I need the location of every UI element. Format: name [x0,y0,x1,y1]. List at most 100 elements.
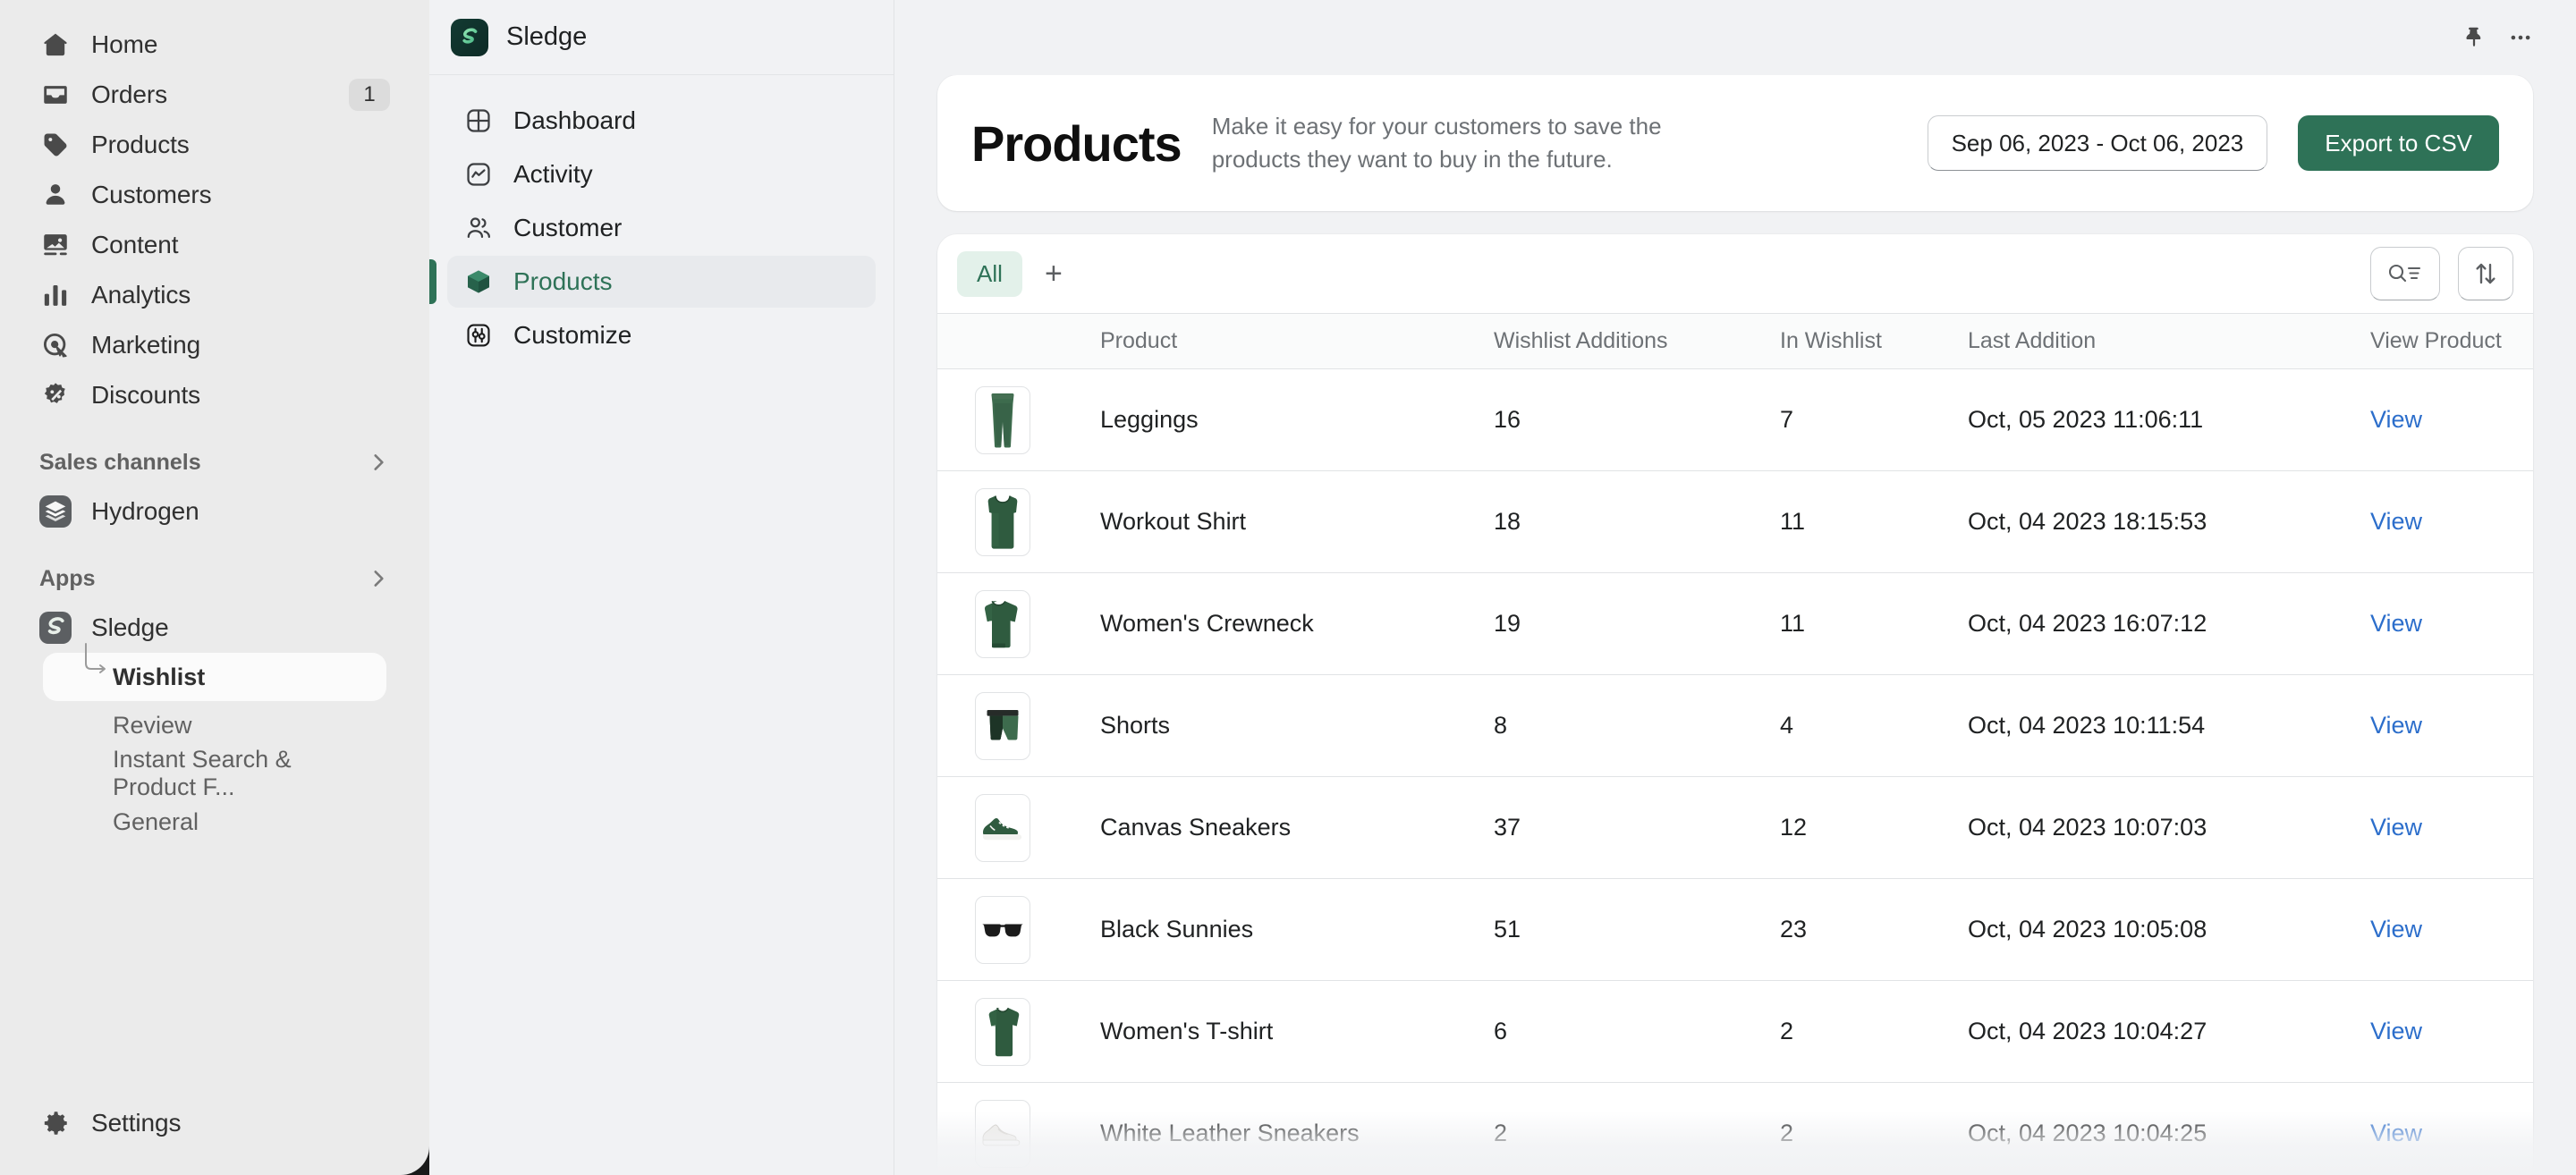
activity-icon [463,159,494,190]
sidebar-item-marketing[interactable]: Marketing [21,320,408,370]
page-header-card: Products Make it easy for your customers… [937,75,2533,211]
sidebar-subitem-review[interactable]: Review [43,701,386,749]
table-header-row: Product Wishlist Additions In Wishlist L… [937,313,2533,369]
sidebar-item-analytics[interactable]: Analytics [21,270,408,320]
app-window: Home Orders 1 Products Customers Content Analy… [0,0,2576,1175]
sidebar-item-customers[interactable]: Customers [21,170,408,220]
sidebar-item-discounts[interactable]: Discounts [21,370,408,420]
page-scroll-area[interactable]: Products Make it easy for your customers… [894,75,2576,1175]
app-nav-item-label: Dashboard [513,106,636,134]
target-icon [39,329,72,361]
cell-view-product: View [2370,1082,2533,1175]
table-row[interactable]: Canvas Sneakers 37 12 Oct, 04 2023 10:07:03… [937,776,2533,879]
sidebar-subitem-label: General [113,807,199,835]
canvas-sneaker-thumb [975,793,1030,862]
view-product-link[interactable]: View [2370,610,2422,637]
sidebar-subitem-wishlist[interactable]: Wishlist [43,643,386,701]
add-view-button[interactable]: + [1030,249,1078,298]
sidebar-subitem-general[interactable]: General [43,798,386,846]
sidebar-item-home[interactable]: Home [21,20,408,70]
dashboard-icon [463,106,494,136]
view-product-link[interactable]: View [2370,712,2422,739]
sidebar-item-label: Settings [91,1109,182,1137]
cell-last-addition: Oct, 04 2023 10:11:54 [1968,674,2370,777]
view-product-link[interactable]: View [2370,1120,2422,1146]
date-range-picker[interactable]: Sep 06, 2023 - Oct 06, 2023 [1927,115,2268,171]
cell-last-addition: Oct, 04 2023 18:15:53 [1968,470,2370,573]
sidebar-item-label: Analytics [91,281,191,309]
white-sneaker-thumb [975,1099,1030,1168]
discount-icon [39,379,72,411]
sort-button[interactable] [2458,247,2513,300]
shopify-sidebar: Home Orders 1 Products Customers Content Analy… [0,0,429,1175]
table-row[interactable]: Workout Shirt 18 11 Oct, 04 2023 18:15:53 Vi… [937,470,2533,573]
app-nav-item-customer[interactable]: Customer [447,202,876,254]
sidebar-subitem-label: Wishlist [113,663,206,690]
sort-icon [2472,260,2499,287]
home-icon [39,29,72,61]
sidebar-item-label: Home [91,30,158,58]
sidebar-item-sledge[interactable]: Sledge [21,603,408,653]
cell-product-name: Leggings [1100,368,1494,471]
app-nav-header: Sledge [429,0,894,75]
cell-last-addition: Oct, 04 2023 16:07:12 [1968,572,2370,675]
cell-last-addition: Oct, 04 2023 10:04:25 [1968,1082,2370,1175]
sidebar-subitem-label: Instant Search & Product F... [113,746,292,800]
sidebar-item-label: Products [91,131,190,158]
table-row[interactable]: Women's T-shirt 6 2 Oct, 04 2023 10:04:27 Vi… [937,980,2533,1083]
sidebar-item-orders[interactable]: Orders 1 [21,70,408,120]
table-row[interactable]: Leggings 16 7 Oct, 05 2023 11:06:11 View [937,368,2533,471]
apps-label: Apps [39,565,96,591]
col-in-wishlist: In Wishlist [1780,313,1968,369]
sidebar-item-products[interactable]: Products [21,120,408,170]
col-wishlist-additions: Wishlist Additions [1494,313,1780,369]
col-thumbnail [937,313,1100,369]
view-product-link[interactable]: View [2370,916,2422,943]
page-subtitle: Make it easy for your customers to save … [1211,113,1662,173]
table-row[interactable]: Women's Crewneck 19 11 Oct, 04 2023 16:07:1… [937,572,2533,675]
sidebar-subitem-label: Review [113,711,192,739]
sidebar-subitem-instant-search-product-f[interactable]: Instant Search & Product F... [43,746,386,800]
view-product-link[interactable]: View [2370,1018,2422,1044]
cell-last-addition: Oct, 04 2023 10:04:27 [1968,980,2370,1083]
chevron-right-icon[interactable] [367,451,390,474]
view-product-link[interactable]: View [2370,406,2422,433]
app-nav-item-dashboard[interactable]: Dashboard [447,95,876,147]
cell-wishlist-additions: 2 [1494,1082,1780,1175]
cell-in-wishlist: 2 [1780,980,1968,1083]
col-product: Product [1100,313,1494,369]
app-nav-item-customize[interactable]: Customize [447,309,876,361]
view-product-link[interactable]: View [2370,814,2422,841]
cell-product-name: Black Sunnies [1100,878,1494,981]
sidebar-item-settings[interactable]: Settings [21,1098,408,1148]
leggings-thumb [975,385,1030,454]
pin-icon[interactable] [2451,14,2497,61]
search-filter-icon [2385,260,2425,287]
table-row[interactable]: Black Sunnies 51 23 Oct, 04 2023 10:05:08 Vi… [937,878,2533,981]
app-nav-item-products[interactable]: Products [429,256,876,308]
tab-all[interactable]: All [957,250,1022,297]
cell-wishlist-additions: 8 [1494,674,1780,777]
sunglasses-thumb [975,895,1030,964]
sales-channels-header[interactable]: Sales channels [21,438,408,486]
table-row[interactable]: White Leather Sneakers 2 2 Oct, 04 2023 10:… [937,1082,2533,1175]
cell-in-wishlist: 11 [1780,470,1968,573]
sidebar-item-hydrogen[interactable]: Hydrogen [21,486,408,537]
app-nav-item-activity[interactable]: Activity [447,148,876,200]
sidebar-item-content[interactable]: Content [21,220,408,270]
sales-channels-label: Sales channels [39,449,201,475]
apps-header[interactable]: Apps [21,554,408,603]
export-to-csv-button[interactable]: Export to CSV [2298,115,2499,171]
cell-in-wishlist: 23 [1780,878,1968,981]
table-toolbar: All + [937,234,2533,313]
products-table: Product Wishlist Additions In Wishlist L… [937,313,2533,1175]
sidebar-item-label: Customers [91,181,212,208]
more-horizontal-icon[interactable] [2497,14,2544,61]
view-product-link[interactable]: View [2370,508,2422,535]
chevron-right-icon[interactable] [367,567,390,590]
cell-wishlist-additions: 51 [1494,878,1780,981]
search-filter-button[interactable] [2370,247,2440,300]
table-row[interactable]: Shorts 8 4 Oct, 04 2023 10:11:54 View [937,674,2533,777]
sledge-logo-icon [451,18,488,56]
